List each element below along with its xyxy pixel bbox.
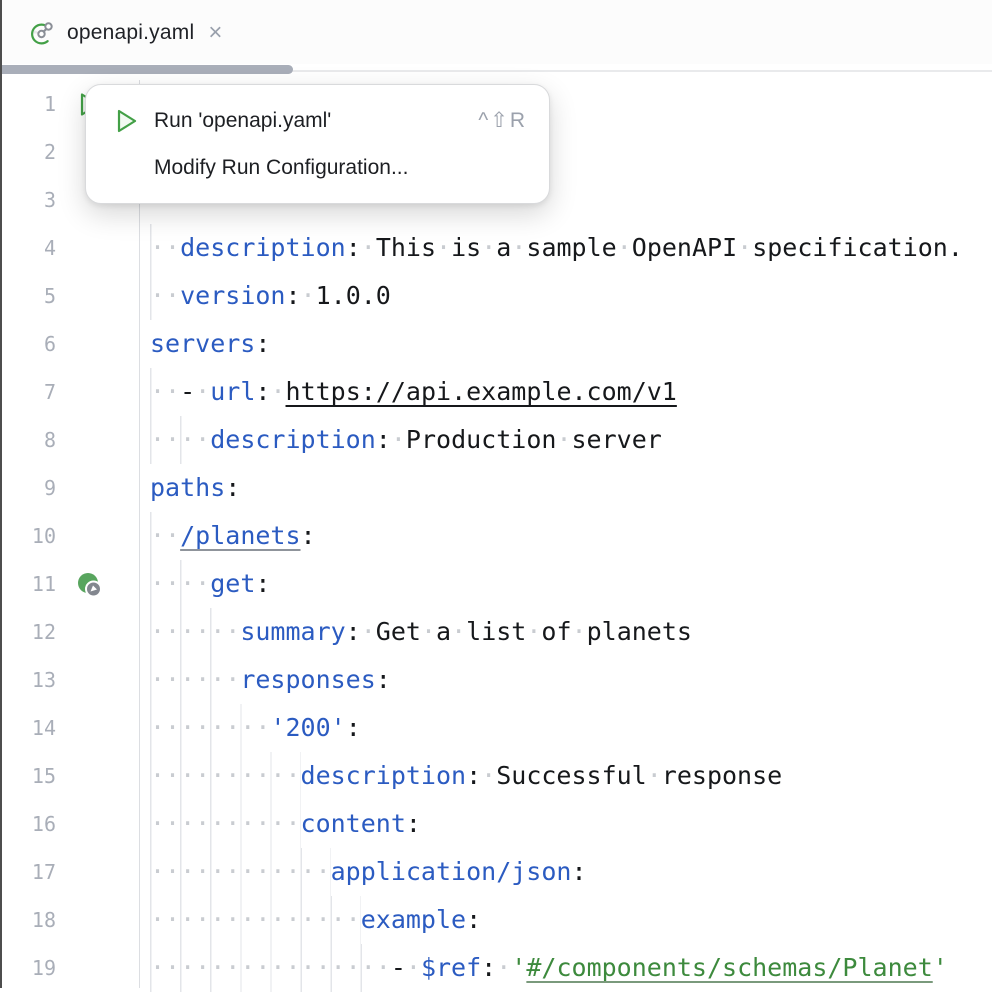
code-line-5[interactable]: 5 ··version:·1.0.0 bbox=[0, 272, 992, 320]
line-number: 7 bbox=[0, 368, 56, 416]
line-number: 15 bbox=[0, 752, 56, 800]
tab-title: openapi.yaml bbox=[67, 21, 194, 45]
menu-item-run-label: Run 'openapi.yaml' bbox=[154, 109, 331, 133]
code-text: ··-·url:·https://api.example.com/v1 bbox=[150, 368, 677, 416]
tab-openapi-yaml[interactable]: openapi.yaml × bbox=[28, 14, 224, 52]
editor-tab-bar: openapi.yaml × bbox=[0, 0, 992, 64]
line-number: 8 bbox=[0, 416, 56, 464]
code-line-11[interactable]: 11 ····get: bbox=[0, 560, 992, 608]
code-text: ····get: bbox=[150, 560, 270, 608]
code-text: paths: bbox=[150, 464, 240, 512]
code-editor[interactable]: 1234··description:·This·is·a·sample·Open… bbox=[0, 80, 992, 988]
line-number: 17 bbox=[0, 848, 56, 896]
window-left-edge bbox=[0, 0, 2, 988]
line-number: 4 bbox=[0, 224, 56, 272]
run-context-popup: Run 'openapi.yaml' ^⇧R Modify Run Config… bbox=[85, 84, 550, 204]
code-text: ······responses: bbox=[150, 656, 391, 704]
code-text: ····description:·Production·server bbox=[150, 416, 662, 464]
code-line-13[interactable]: 13 ······responses: bbox=[0, 656, 992, 704]
code-line-7[interactable]: 7 ··-·url:·https://api.example.com/v1 bbox=[0, 368, 992, 416]
code-text: ··description:·This·is·a·sample·OpenAPI·… bbox=[150, 224, 963, 272]
menu-item-run-shortcut: ^⇧R bbox=[478, 108, 527, 133]
line-number: 19 bbox=[0, 944, 56, 992]
code-line-9[interactable]: 9 paths: bbox=[0, 464, 992, 512]
line-number: 6 bbox=[0, 320, 56, 368]
code-line-19[interactable]: 19 ················-·$ref:·'#/components/… bbox=[0, 944, 992, 992]
line-number: 10 bbox=[0, 512, 56, 560]
code-line-6[interactable]: 6 servers: bbox=[0, 320, 992, 368]
line-number: 18 bbox=[0, 896, 56, 944]
menu-item-modify-run-config[interactable]: Modify Run Configuration... bbox=[86, 144, 549, 191]
line-number: 16 bbox=[0, 800, 56, 848]
code-line-8[interactable]: 8 ····description:·Production·server bbox=[0, 416, 992, 464]
line-number: 14 bbox=[0, 704, 56, 752]
code-line-18[interactable]: 18 ··············example: bbox=[0, 896, 992, 944]
code-line-10[interactable]: 10 ··/planets: bbox=[0, 512, 992, 560]
code-line-15[interactable]: 15 ··········description:·Successful·resp… bbox=[0, 752, 992, 800]
code-text: ··············example: bbox=[150, 896, 481, 944]
menu-item-modify-label: Modify Run Configuration... bbox=[154, 156, 408, 180]
code-text: ··········description:·Successful·respon… bbox=[150, 752, 782, 800]
tabbar-scroll-thumb[interactable] bbox=[0, 65, 293, 74]
line-number: 5 bbox=[0, 272, 56, 320]
code-text: ················-·$ref:·'#/components/sc… bbox=[150, 944, 948, 992]
code-line-16[interactable]: 16 ··········content: bbox=[0, 800, 992, 848]
openapi-file-icon bbox=[28, 20, 55, 47]
code-line-14[interactable]: 14 ········'200': bbox=[0, 704, 992, 752]
line-number: 13 bbox=[0, 656, 56, 704]
code-text: ······summary:·Get·a·list·of·planets bbox=[150, 608, 692, 656]
api-endpoint-icon[interactable] bbox=[72, 560, 106, 608]
code-line-12[interactable]: 12 ······summary:·Get·a·list·of·planets bbox=[0, 608, 992, 656]
run-play-icon bbox=[114, 108, 140, 134]
tab-close-icon[interactable]: × bbox=[206, 23, 224, 43]
code-text: ··/planets: bbox=[150, 512, 316, 560]
code-text: ········'200': bbox=[150, 704, 361, 752]
line-number: 1 bbox=[0, 80, 56, 128]
line-number: 2 bbox=[0, 128, 56, 176]
code-text: ··········content: bbox=[150, 800, 421, 848]
line-number: 12 bbox=[0, 608, 56, 656]
code-text: ··version:·1.0.0 bbox=[150, 272, 391, 320]
code-line-17[interactable]: 17 ············application/json: bbox=[0, 848, 992, 896]
line-number: 11 bbox=[0, 560, 56, 608]
line-number: 3 bbox=[0, 176, 56, 224]
code-line-4[interactable]: 4 ··description:·This·is·a·sample·OpenAPI… bbox=[0, 224, 992, 272]
line-number: 9 bbox=[0, 464, 56, 512]
code-text: servers: bbox=[150, 320, 270, 368]
menu-item-run[interactable]: Run 'openapi.yaml' ^⇧R bbox=[86, 97, 549, 144]
code-text: ············application/json: bbox=[150, 848, 587, 896]
